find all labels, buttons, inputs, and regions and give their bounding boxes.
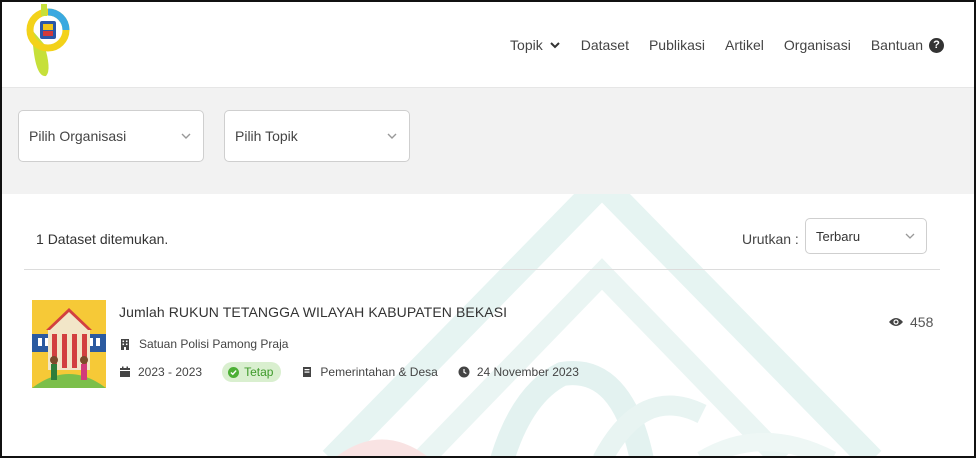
nav-organisasi[interactable]: Organisasi (784, 37, 851, 53)
dataset-period-label: 2023 - 2023 (138, 365, 203, 379)
nav-topik[interactable]: Topik (510, 37, 561, 53)
results-count-number: 1 (36, 231, 44, 247)
nav-dataset-label: Dataset (580, 37, 629, 53)
chevron-down-icon (550, 42, 560, 49)
chevron-down-icon (387, 133, 397, 139)
nav-organisasi-label: Organisasi (783, 37, 851, 53)
dataset-title[interactable]: Jumlah RUKUN TETANGGA WILAYAH KABUPATEN … (119, 304, 507, 320)
divider (24, 269, 940, 270)
dataset-views-count: 458 (910, 314, 934, 330)
book-icon (303, 367, 312, 377)
dataset-topic-label: Pemerintahan & Desa (320, 365, 438, 379)
dataset-topic: Pemerintahan & Desa (301, 365, 438, 379)
sort-select-value: Terbaru (816, 228, 861, 244)
sort-label: Urutkan : (742, 231, 799, 247)
results-count-suffix: Dataset ditemukan. (47, 231, 169, 247)
eye-icon (889, 318, 903, 326)
nav-publikasi-label: Publikasi (648, 37, 705, 53)
dataset-organization: Satuan Polisi Pamong Praja (119, 337, 288, 351)
topik-select[interactable]: Pilih Topik (224, 110, 410, 162)
chevron-down-icon (905, 233, 915, 239)
nav-bantuan-label: Bantuan (870, 37, 923, 53)
organisasi-select[interactable]: Pilih Organisasi (18, 110, 204, 162)
page-frame: Topik Dataset Publikasi Artikel Organisa… (0, 0, 976, 458)
status-badge: Tetap (222, 362, 282, 382)
nav-artikel-label: Artikel (725, 37, 764, 53)
dataset-date: 24 November 2023 (458, 365, 579, 379)
main-nav: Topik Dataset Publikasi Artikel Organisa… (510, 37, 944, 53)
nav-artikel[interactable]: Artikel (725, 37, 764, 53)
sort-select[interactable]: Terbaru (805, 218, 927, 254)
nav-bantuan[interactable]: Bantuan ? (871, 37, 944, 53)
topik-select-placeholder: Pilih Topik (235, 128, 298, 144)
building-icon (121, 339, 129, 350)
organisasi-select-placeholder: Pilih Organisasi (29, 128, 127, 144)
dataset-period: 2023 - 2023 (119, 365, 202, 379)
dataset-organization-label: Satuan Polisi Pamong Praja (139, 337, 289, 351)
clock-icon (458, 366, 470, 378)
header: Topik Dataset Publikasi Artikel Organisa… (2, 2, 974, 88)
nav-publikasi[interactable]: Publikasi (649, 37, 705, 53)
site-logo[interactable] (22, 4, 74, 78)
dataset-meta: 2023 - 2023 Tetap Pemerintahan & Desa 24… (119, 362, 599, 382)
dataset-views: 458 (888, 314, 933, 330)
dataset-date-label: 24 November 2023 (476, 365, 579, 379)
status-badge-label: Tetap (244, 365, 274, 379)
chevron-down-icon (181, 133, 191, 139)
dataset-thumbnail[interactable] (32, 300, 106, 388)
question-circle-icon: ? (929, 37, 944, 53)
filter-band: Pilih Organisasi Pilih Topik (2, 88, 974, 194)
nav-topik-label: Topik (510, 37, 543, 53)
results-count: 1 Dataset ditemukan. (36, 231, 168, 247)
check-circle-icon (228, 366, 240, 378)
nav-dataset[interactable]: Dataset (581, 37, 629, 53)
calendar-icon (120, 366, 130, 377)
